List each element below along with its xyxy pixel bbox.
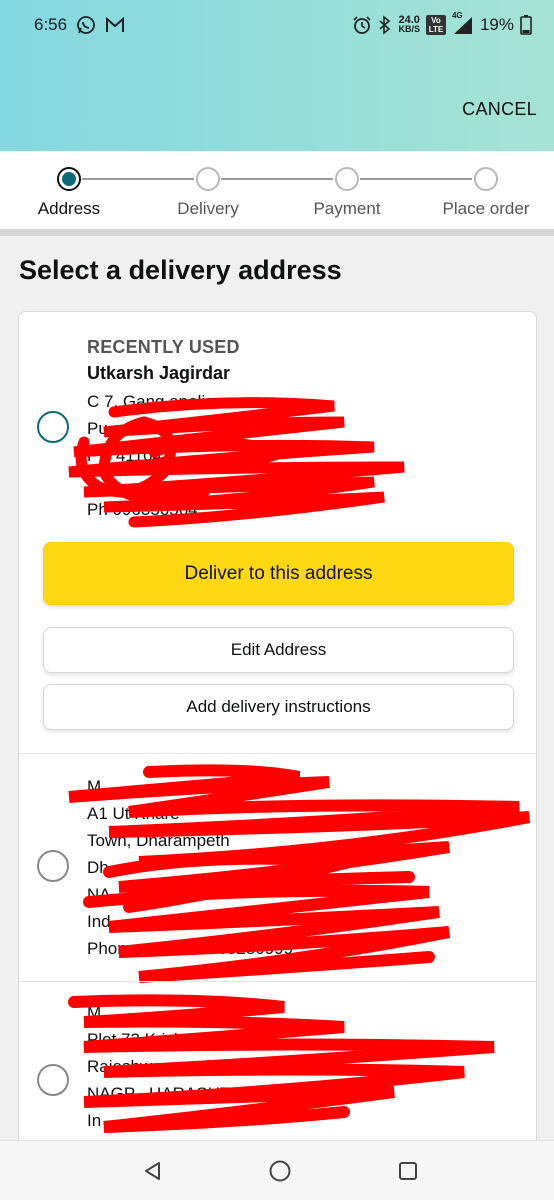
app-header: 6:56 24.0 KB/S Vo LTE 4G 19% CANCEL [0,0,554,151]
step-address-indicator [57,167,81,191]
status-bar: 6:56 24.0 KB/S Vo LTE 4G 19% [0,0,554,50]
back-triangle-icon[interactable] [131,1149,175,1193]
battery-percent: 19% [479,15,514,34]
gmail-icon [105,16,125,34]
system-navigation-bar [0,1140,554,1200]
address-name: Utkarsh Jagirdar [87,363,231,383]
address-line: Town, Dharampeth [87,831,230,850]
battery-icon [520,15,532,35]
address-radio[interactable] [37,850,69,882]
address-line: Rajeshwar , oad, Manish Nagar [87,1057,326,1076]
checkout-stepper: Address Delivery Payment Place order [0,151,554,229]
home-circle-icon[interactable] [258,1149,302,1193]
step-connector [82,178,194,180]
net-speed-unit: KB/S [398,24,420,34]
step-address-label[interactable]: Address [9,199,129,219]
address-line: Pu [87,419,108,438]
status-left: 6:56 [34,15,125,35]
address-line: Ph 096356564 [87,500,198,519]
address-line: NA , MAHARA [87,885,197,904]
address-divider [19,981,536,982]
add-delivery-instructions-button[interactable]: Add delivery instructions [43,684,514,730]
address-line: C 7, Gang apolis [87,392,214,411]
step-delivery-indicator [196,167,220,191]
step-connector [221,178,333,180]
address-line: Dh [87,858,109,877]
whatsapp-icon [76,15,96,35]
page-title: Select a delivery address [19,255,342,285]
step-place-order-indicator [474,167,498,191]
address-line: A1 Ut Khare [87,804,180,823]
recents-square-icon[interactable] [386,1149,430,1193]
address-radio-selected[interactable] [37,411,69,443]
deliver-to-this-address-button[interactable]: Deliver to this address [43,542,514,605]
address-line: P y 411047 [87,446,172,465]
address-line: Plot 73 Krish ency 3 [87,1030,239,1049]
address-line: M [87,777,102,796]
address-line: NAGP , HARASHTR [87,1084,243,1103]
network-type: 4G [451,11,463,20]
step-place-order-label: Place order [442,199,530,218]
address-line: In [87,1111,102,1130]
section-divider [0,229,554,236]
step-delivery-label: Delivery [177,199,239,218]
net-speed: 24.0 KB/S [398,15,420,34]
step-payment-label: Payment [313,199,381,218]
volte-badge: Vo LTE [425,15,446,35]
address-line: M [87,1003,102,1022]
alarm-icon [352,15,372,35]
address-list-card: RECENTLY USED Utkarsh Jagirdar C 7, Gang… [18,311,537,1200]
step-connector [360,178,472,180]
address-divider [19,753,536,754]
edit-address-button[interactable]: Edit Address [43,627,514,673]
address-line: Phone nu ber: 9765280999 [87,939,294,958]
status-right: 24.0 KB/S Vo LTE 4G 19% [352,11,532,35]
bluetooth-icon [378,15,392,35]
signal-icon: 4G [452,11,474,35]
address-radio[interactable] [37,1064,69,1096]
recently-used-label: RECENTLY USED [87,337,240,357]
status-time: 6:56 [34,15,68,34]
cancel-button[interactable]: CANCEL [462,99,537,120]
address-line: Ind [87,912,111,931]
step-payment-indicator [335,167,359,191]
